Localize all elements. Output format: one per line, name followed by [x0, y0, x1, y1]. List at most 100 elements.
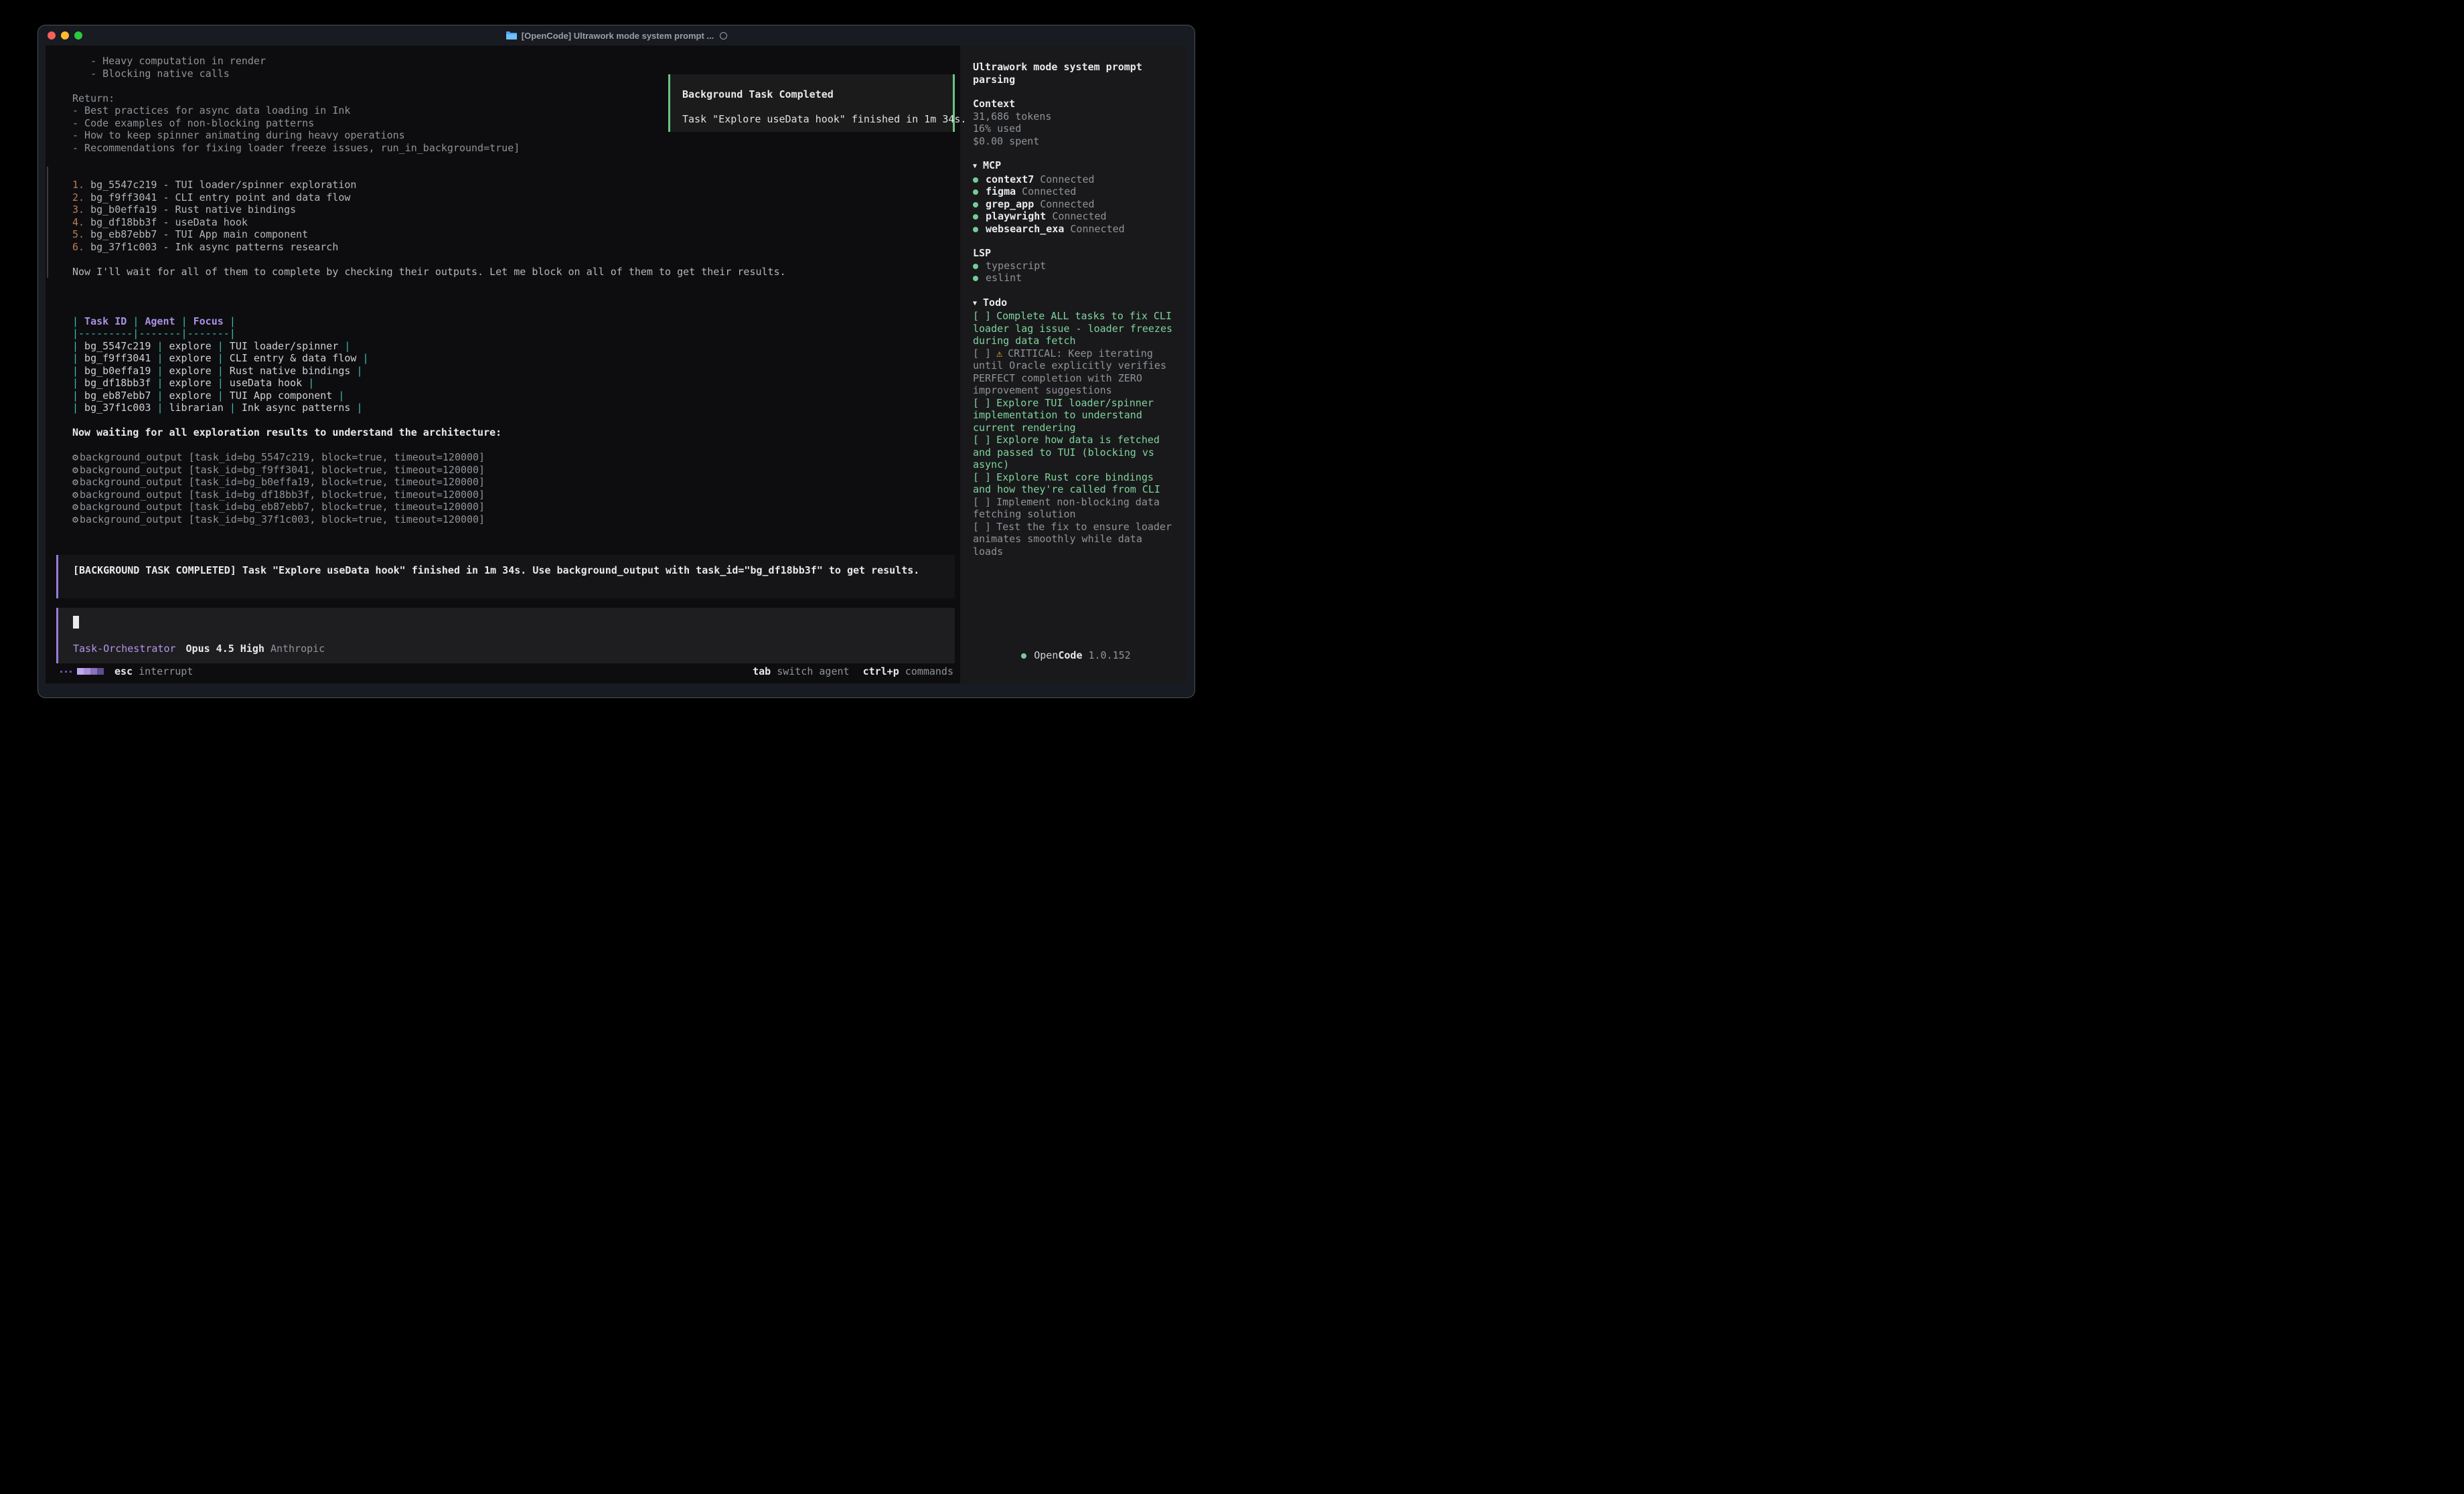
brand-code: Code	[1058, 649, 1082, 661]
mcp-server-list: context7ConnectedfigmaConnectedgrep_appC…	[973, 173, 1176, 236]
status-dot	[973, 189, 978, 195]
table-row: | bg_df18bb3f | explore | useData hook |	[72, 377, 955, 390]
input-meta-row: Task-Orchestrator Opus 4.5 High Anthropi…	[73, 643, 940, 655]
gear-icon: ⚙	[72, 489, 78, 501]
table-row: | bg_5547c219 | explore | TUI loader/spi…	[72, 340, 955, 353]
tab-label: switch agent	[777, 665, 849, 677]
todo-item: [ ]Explore Rust core bindings and how th…	[973, 471, 1176, 496]
table-row: | bg_b0effa19 | explore | Rust native bi…	[72, 365, 955, 378]
gear-icon: ⚙	[72, 513, 78, 525]
tab-hint: tabswitch agent	[753, 665, 849, 677]
todo-item: [ ]Explore how data is fetched and passe…	[973, 434, 1176, 471]
chevron-down-icon[interactable]: ▼	[973, 298, 977, 311]
checkbox-icon: [ ]	[973, 434, 991, 446]
mcp-server-row: grep_appConnected	[973, 198, 1176, 211]
chevron-down-icon[interactable]: ▼	[973, 161, 977, 173]
lsp-section: LSP typescripteslint	[973, 247, 1176, 284]
thinking-item: 5. bg_eb87ebb7 - TUI App main component	[72, 228, 955, 241]
modified-indicator-icon	[720, 32, 727, 39]
commands-label: commands	[905, 665, 953, 677]
window-title: [OpenCode] Ultrawork mode system prompt …	[506, 31, 728, 41]
window-titlebar[interactable]: [OpenCode] Ultrawork mode system prompt …	[38, 25, 1195, 46]
table-header-row: | Task ID | Agent | Focus |	[72, 315, 955, 328]
todo-item: [ ]⚠CRITICAL: Keep iterating until Oracl…	[973, 347, 1176, 397]
context-stat: 16% used	[973, 122, 1176, 135]
tool-call-line: ⚙background_output [task_id=bg_eb87ebb7,…	[72, 501, 955, 513]
esc-label: interrupt	[139, 665, 193, 677]
todo-list: [ ]Complete ALL tasks to fix CLI loader …	[973, 310, 1176, 558]
tool-call-line: ⚙background_output [task_id=bg_5547c219,…	[72, 451, 955, 464]
waiting-line: Now waiting for all exploration results …	[72, 426, 955, 439]
thinking-item: 4. bg_df18bb3f - useData hook	[72, 216, 955, 229]
minimize-button[interactable]	[61, 31, 69, 39]
thinking-item: 1. bg_5547c219 - TUI loader/spinner expl…	[72, 179, 955, 191]
notification-toast[interactable]: Background Task Completed Task "Explore …	[668, 74, 955, 132]
mcp-section: ▼MCP context7ConnectedfigmaConnectedgrep…	[973, 159, 1176, 235]
todo-item: [ ]Implement non-blocking data fetching …	[973, 496, 1176, 521]
checkbox-icon: [ ]	[973, 347, 991, 359]
notification-body: Task "Explore useData hook" finished in …	[682, 113, 953, 126]
todo-section: ▼Todo [ ]Complete ALL tasks to fix CLI l…	[973, 297, 1176, 558]
table-row: | bg_37f1c003 | librarian | Ink async pa…	[72, 402, 955, 414]
app-version-row: OpenCode1.0.152	[973, 637, 1176, 675]
launch-line: Launched 6 parallel exploration agents!	[72, 290, 955, 303]
notification-title: Background Task Completed	[682, 88, 953, 101]
zoom-button[interactable]	[74, 31, 82, 39]
input-model-name[interactable]: Opus 4.5 High	[186, 643, 264, 655]
mcp-server-row: context7Connected	[973, 173, 1176, 186]
todo-heading: ▼Todo	[973, 297, 1176, 311]
esc-key: esc	[114, 665, 133, 677]
close-button[interactable]	[48, 31, 56, 39]
context-stat: $0.00 spent	[973, 135, 1176, 148]
prompt-input[interactable]: Task-Orchestrator Opus 4.5 High Anthropi…	[56, 608, 955, 663]
mcp-server-row: websearch_exaConnected	[973, 223, 1176, 236]
thinking-item: 3. bg_b0effa19 - Rust native bindings	[72, 203, 955, 216]
window-title-text: [OpenCode] Ultrawork mode system prompt …	[522, 31, 714, 41]
table-row: | bg_eb87ebb7 | explore | TUI App compon…	[72, 390, 955, 402]
checkbox-icon: [ ]	[973, 397, 991, 409]
lsp-server-row: eslint	[973, 272, 1176, 284]
mcp-server-row: figmaConnected	[973, 185, 1176, 198]
status-dot	[973, 264, 978, 269]
context-section: Context 31,686 tokens16% used$0.00 spent	[973, 98, 1176, 147]
queued-message-text: [BACKGROUND TASK COMPLETED] Task "Explor…	[73, 564, 947, 577]
todo-item: [ ]Test the fix to ensure loader animate…	[973, 521, 1176, 558]
app-window: [OpenCode] Ultrawork mode system prompt …	[37, 25, 1195, 698]
input-provider-name: Anthropic	[271, 643, 325, 655]
status-dot	[973, 177, 978, 183]
input-agent-name[interactable]: Task-Orchestrator	[73, 643, 176, 655]
gear-icon: ⚙	[72, 476, 78, 488]
mcp-server-row: playwrightConnected	[973, 210, 1176, 223]
status-dot	[1021, 653, 1026, 659]
tool-call-line: ⚙background_output [task_id=bg_37f1c003,…	[72, 513, 955, 526]
commands-hint: ctrl+p commands	[863, 665, 953, 677]
session-title: Ultrawork mode system prompt parsing	[973, 61, 1176, 86]
working-spinner	[60, 668, 104, 675]
thinking-item: 2. bg_f9ff3041 - CLI entry point and dat…	[72, 191, 955, 204]
checkbox-icon: [ ]	[973, 310, 991, 322]
context-stat: 31,686 tokens	[973, 110, 1176, 123]
info-sidebar: Ultrawork mode system prompt parsing Con…	[960, 46, 1186, 683]
checkbox-icon: [ ]	[973, 521, 991, 533]
checkbox-icon: [ ]	[973, 471, 991, 483]
agent-status-line: Task-Orchestrator·claude-opus-4-5-high	[72, 538, 955, 551]
keyboard-hints: tabswitch agent ctrl+p commands	[753, 665, 953, 677]
tool-call-line: ⚙background_output [task_id=bg_f9ff3041,…	[72, 464, 955, 477]
markdown-table: | Task ID | Agent | Focus ||---------|--…	[72, 315, 955, 414]
ctrl-p-key: ctrl+p	[863, 665, 899, 677]
lsp-server-row: typescript	[973, 260, 1176, 272]
terminal-main: - Heavy computation in render - Blocking…	[46, 46, 960, 683]
gear-icon: ⚙	[72, 451, 78, 463]
mcp-heading: ▼MCP	[973, 159, 1176, 173]
text-line: - Heavy computation in render	[72, 55, 955, 68]
context-heading: Context	[973, 98, 1176, 110]
gear-icon: ⚙	[72, 501, 78, 513]
thinking-block: Thinking: Excellent! I've launched 6 bac…	[47, 167, 955, 278]
queued-message-panel: [BACKGROUND TASK COMPLETED] Task "Explor…	[56, 555, 955, 598]
table-separator-row: |---------|-------|-------|	[72, 327, 955, 340]
status-dot	[973, 214, 978, 220]
window-body: - Heavy computation in render - Blocking…	[38, 46, 1195, 697]
tool-call-line: ⚙background_output [task_id=bg_b0effa19,…	[72, 476, 955, 489]
todo-item: [ ]Explore TUI loader/spinner implementa…	[973, 397, 1176, 434]
warning-icon: ⚠	[996, 347, 1002, 359]
